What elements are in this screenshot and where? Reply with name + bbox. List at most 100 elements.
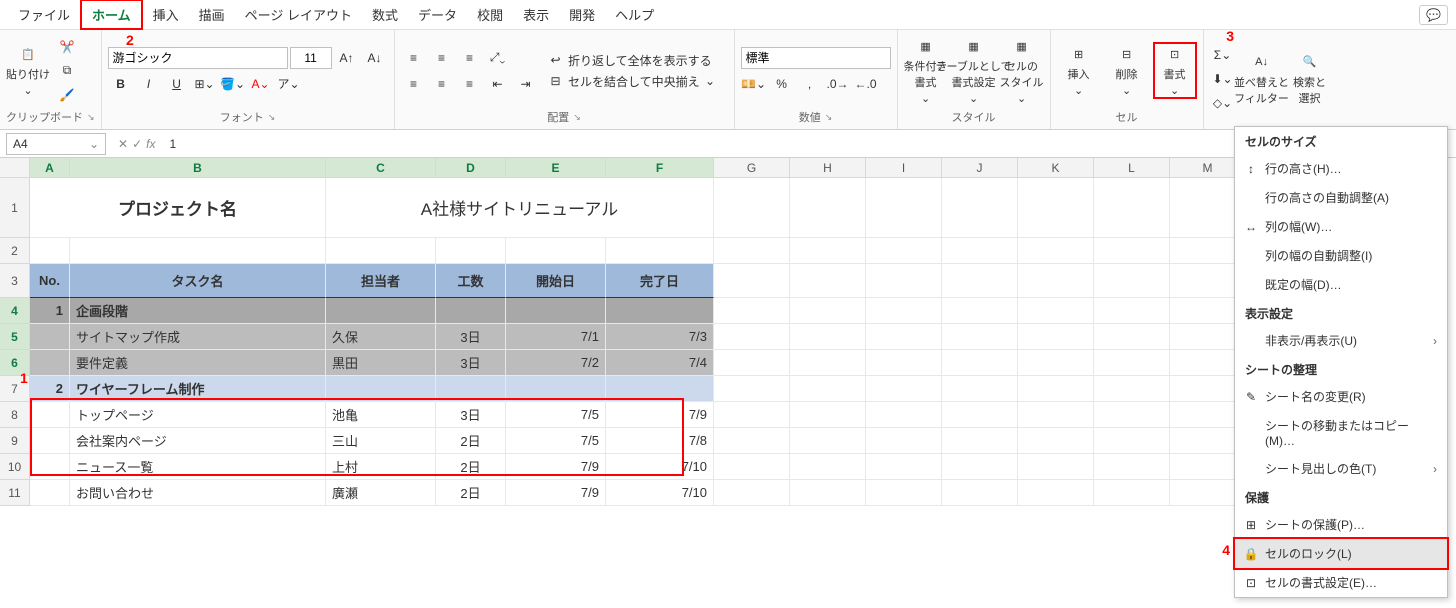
menu-draw[interactable]: 描画 [189,1,235,28]
cell[interactable] [942,376,1018,402]
column-header-I[interactable]: I [866,158,942,178]
menu-insert[interactable]: 挿入 [143,1,189,28]
cell[interactable] [506,238,606,264]
cell[interactable] [606,376,714,402]
cell[interactable] [30,428,70,454]
cell[interactable]: 担当者 [326,264,436,298]
cell[interactable] [1094,480,1170,506]
cell[interactable]: 1 [30,298,70,324]
cell[interactable]: 2日 [436,480,506,506]
column-width-item[interactable]: ↔列の幅(W)… [1235,212,1447,241]
cell[interactable] [30,454,70,480]
cell[interactable] [1018,428,1094,454]
cell[interactable] [714,376,790,402]
autofit-row-item[interactable]: 行の高さの自動調整(A) [1235,183,1447,212]
cell[interactable] [30,238,70,264]
currency-button[interactable]: 💴⌄ [741,73,767,95]
cell[interactable]: 7/9 [606,402,714,428]
cell[interactable] [436,238,506,264]
increase-font-button[interactable]: A↑ [334,47,360,69]
format-cells-item[interactable]: ⊡セルの書式設定(E)… [1235,568,1447,597]
cell[interactable] [790,402,866,428]
cell[interactable]: 7/8 [606,428,714,454]
menu-formulas[interactable]: 数式 [362,1,408,28]
name-box[interactable]: A4⌄ [6,133,106,155]
cell[interactable] [506,298,606,324]
font-size-select[interactable] [290,47,332,69]
decrease-decimal-button[interactable]: ←.0 [853,73,879,95]
number-launcher[interactable]: ↘ [825,112,833,123]
cell[interactable] [1018,324,1094,350]
cell[interactable] [506,376,606,402]
cell[interactable] [790,350,866,376]
cell[interactable] [866,454,942,480]
decrease-font-button[interactable]: A↓ [362,47,388,69]
cell[interactable] [790,376,866,402]
move-copy-sheet-item[interactable]: シートの移動またはコピー(M)… [1235,411,1447,454]
cell[interactable] [790,480,866,506]
cell[interactable] [70,238,326,264]
cell[interactable]: タスク名 [70,264,326,298]
fill-color-button[interactable]: 🪣⌄ [220,73,246,95]
cell[interactable]: 7/1 [506,324,606,350]
cell[interactable] [30,480,70,506]
cell[interactable] [942,324,1018,350]
align-right-button[interactable]: ≡ [457,73,483,95]
fill-button[interactable]: ⬇⌄ [1210,68,1236,90]
tab-color-item[interactable]: シート見出しの色(T)› [1235,454,1447,483]
menu-help[interactable]: ヘルプ [605,1,664,28]
cell[interactable] [1094,428,1170,454]
cell[interactable] [1094,454,1170,480]
autosum-button[interactable]: Σ⌄ [1210,44,1236,66]
delete-cells-button[interactable]: ⊟削除⌄ [1105,44,1149,97]
cell[interactable] [790,238,866,264]
column-header-D[interactable]: D [436,158,506,178]
column-header-C[interactable]: C [326,158,436,178]
column-header-F[interactable]: F [606,158,714,178]
format-painter-button[interactable]: 🖌️ [54,84,80,106]
cell[interactable] [790,428,866,454]
cell[interactable] [1094,264,1170,298]
cell[interactable] [606,238,714,264]
cell[interactable] [790,298,866,324]
cell[interactable]: 久保 [326,324,436,350]
cell[interactable]: 7/10 [606,454,714,480]
menu-view[interactable]: 表示 [513,1,559,28]
cell[interactable] [866,480,942,506]
cell[interactable]: お問い合わせ [70,480,326,506]
italic-button[interactable]: I [136,73,162,95]
lock-cell-item[interactable]: 🔒セルのロック(L) [1233,537,1449,570]
cell[interactable]: ニュース一覧 [70,454,326,480]
align-middle-button[interactable]: ≡ [429,47,455,69]
menu-file[interactable]: ファイル [8,1,80,28]
insert-cells-button[interactable]: ⊞挿入⌄ [1057,44,1101,97]
format-cells-button[interactable]: ⊡書式⌄ [1153,42,1197,99]
align-bottom-button[interactable]: ≡ [457,47,483,69]
enter-formula-button[interactable]: ✓ [132,137,142,151]
cell[interactable]: 開始日 [506,264,606,298]
select-all-corner[interactable] [0,158,30,178]
alignment-launcher[interactable]: ↘ [573,112,581,123]
cell[interactable]: 7/3 [606,324,714,350]
cell[interactable] [1094,178,1170,238]
cell[interactable] [1018,402,1094,428]
cell[interactable] [1094,376,1170,402]
cell[interactable] [866,350,942,376]
column-header-A[interactable]: A [30,158,70,178]
wrap-text-button[interactable]: ↩ 折り返して全体を表示する [551,52,715,69]
cell[interactable]: 3日 [436,324,506,350]
align-center-button[interactable]: ≡ [429,73,455,95]
row-header-4[interactable]: 4 [0,298,30,324]
fx-button[interactable]: fx [146,137,155,151]
row-header-5[interactable]: 5 [0,324,30,350]
cell[interactable] [1094,402,1170,428]
column-header-E[interactable]: E [506,158,606,178]
column-header-K[interactable]: K [1018,158,1094,178]
cell[interactable] [942,178,1018,238]
copy-button[interactable]: ⧉ [54,60,80,82]
cell[interactable] [436,298,506,324]
cell[interactable] [942,480,1018,506]
cell[interactable] [1018,480,1094,506]
cell[interactable]: 2 [30,376,70,402]
row-header-2[interactable]: 2 [0,238,30,264]
